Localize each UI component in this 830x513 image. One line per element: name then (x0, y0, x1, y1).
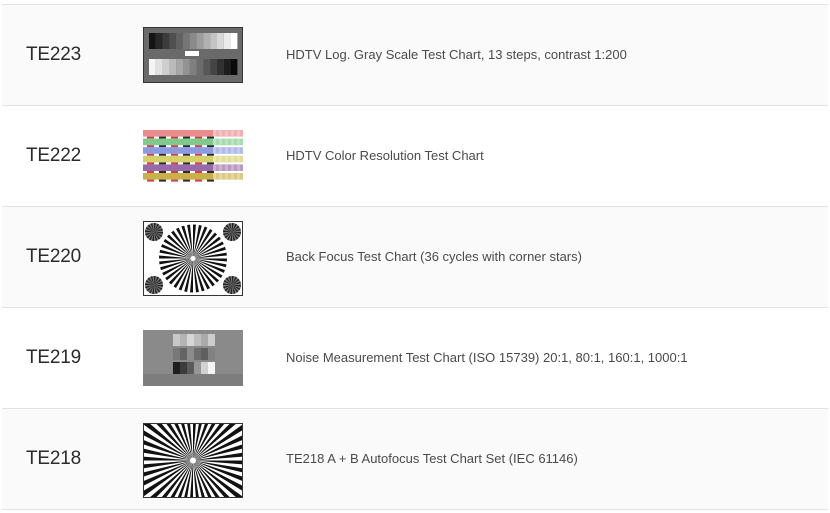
product-title[interactable]: HDTV Log. Gray Scale Test Chart, 13 step… (286, 5, 627, 105)
gray-scale-chart-image[interactable] (143, 27, 243, 83)
product-code[interactable]: TE222 (26, 106, 81, 206)
noise-measurement-chart-image[interactable] (143, 330, 243, 386)
product-title[interactable]: HDTV Color Resolution Test Chart (286, 106, 484, 206)
product-code[interactable]: TE218 (26, 409, 81, 509)
product-row-te220[interactable]: TE220 Back Focus Test Chart (36 cycles w… (2, 207, 828, 308)
color-resolution-chart-image[interactable] (143, 130, 243, 182)
siemens-star-chart-image[interactable] (143, 423, 243, 498)
product-list: TE223 HDTV Log. Gray Scale Test Chart, 1… (2, 4, 828, 510)
siemens-star-corner-chart-image[interactable] (143, 221, 243, 296)
product-title[interactable]: Noise Measurement Test Chart (ISO 15739)… (286, 308, 688, 408)
product-title[interactable]: Back Focus Test Chart (36 cycles with co… (286, 207, 582, 307)
product-title[interactable]: TE218 A + B Autofocus Test Chart Set (IE… (286, 409, 578, 509)
product-code[interactable]: TE219 (26, 308, 81, 408)
product-row-te223[interactable]: TE223 HDTV Log. Gray Scale Test Chart, 1… (2, 5, 828, 106)
product-row-te219[interactable]: TE219 Noise Measurement Test Chart (ISO … (2, 308, 828, 409)
product-code[interactable]: TE223 (26, 5, 81, 105)
product-row-te218[interactable]: TE218 TE218 A + B Autofocus Test Chart S… (2, 409, 828, 510)
product-row-te222[interactable]: TE222 HDTV Color Resolution Test Chart (2, 106, 828, 207)
product-code[interactable]: TE220 (26, 207, 81, 307)
